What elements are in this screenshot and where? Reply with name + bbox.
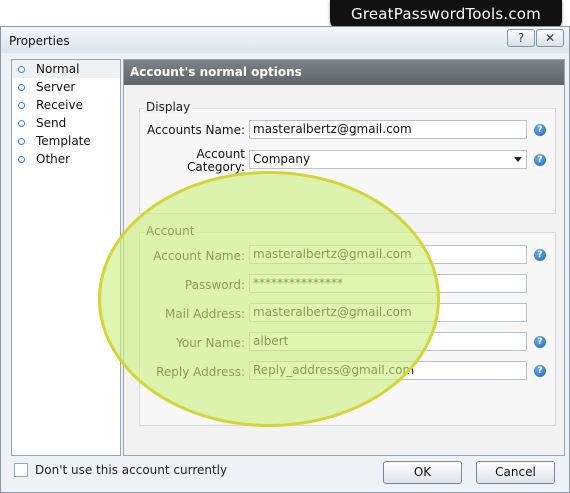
account-legend: Account bbox=[144, 224, 197, 238]
options-panel: Account's normal options Display Account… bbox=[123, 59, 565, 456]
disable-account-label: Don't use this account currently bbox=[35, 463, 228, 477]
bullet-icon bbox=[18, 120, 25, 127]
sidebar-item-normal[interactable]: Normal bbox=[12, 60, 120, 78]
account-category-label-line2: Category: bbox=[187, 160, 245, 174]
options-sidebar: Normal Server Receive Send Template Othe… bbox=[11, 59, 121, 456]
account-category-value: Company bbox=[253, 152, 311, 166]
window-title: Properties bbox=[9, 34, 70, 48]
sidebar-item-send[interactable]: Send bbox=[12, 114, 120, 132]
reply-address-input[interactable]: Reply_address@gmail.com bbox=[249, 361, 527, 380]
ok-button[interactable]: OK bbox=[383, 461, 462, 484]
bullet-icon bbox=[18, 138, 25, 145]
account-name-input[interactable]: masteralbertz@gmail.com bbox=[249, 245, 527, 264]
account-category-select[interactable]: Company bbox=[249, 150, 527, 169]
banner-text: GreatPasswordTools.com bbox=[351, 5, 541, 23]
disable-account-checkbox[interactable] bbox=[14, 463, 28, 477]
close-button[interactable]: ✕ bbox=[536, 29, 564, 47]
accounts-name-label: Accounts Name: bbox=[147, 123, 245, 137]
help-icon[interactable]: ? bbox=[534, 365, 546, 377]
sidebar-item-other[interactable]: Other bbox=[12, 150, 120, 168]
question-icon: ? bbox=[517, 31, 525, 45]
help-icon[interactable]: ? bbox=[534, 124, 546, 136]
bullet-icon bbox=[18, 156, 25, 163]
properties-window: Properties ? ✕ Normal Server Receive Sen… bbox=[0, 26, 570, 493]
sidebar-item-server[interactable]: Server bbox=[12, 78, 120, 96]
help-button[interactable]: ? bbox=[507, 29, 535, 47]
bullet-icon bbox=[18, 84, 25, 91]
your-name-input[interactable]: albert bbox=[249, 332, 527, 351]
account-name-label: Account Name: bbox=[153, 249, 245, 263]
password-label: Password: bbox=[184, 278, 245, 292]
title-bar: Properties ? ✕ bbox=[1, 27, 569, 53]
help-icon[interactable]: ? bbox=[534, 249, 546, 261]
cancel-button[interactable]: Cancel bbox=[476, 461, 555, 484]
help-icon[interactable]: ? bbox=[534, 336, 546, 348]
mail-address-label: Mail Address: bbox=[164, 307, 245, 321]
password-input[interactable]: *************** bbox=[249, 274, 527, 293]
accounts-name-input[interactable]: masteralbertz@gmail.com bbox=[249, 120, 527, 139]
your-name-label: Your Name: bbox=[176, 336, 245, 350]
help-icon[interactable]: ? bbox=[534, 154, 546, 166]
display-legend: Display bbox=[144, 100, 193, 114]
chevron-down-icon bbox=[514, 157, 522, 162]
bullet-icon bbox=[18, 66, 25, 73]
close-x-icon: ✕ bbox=[544, 31, 556, 45]
panel-header: Account's normal options bbox=[124, 60, 564, 85]
mail-address-input[interactable]: masteralbertz@gmail.com bbox=[249, 303, 527, 322]
sidebar-item-template[interactable]: Template bbox=[12, 132, 120, 150]
bullet-icon bbox=[18, 102, 25, 109]
reply-address-label: Reply Address: bbox=[156, 365, 245, 379]
sidebar-item-receive[interactable]: Receive bbox=[12, 96, 120, 114]
